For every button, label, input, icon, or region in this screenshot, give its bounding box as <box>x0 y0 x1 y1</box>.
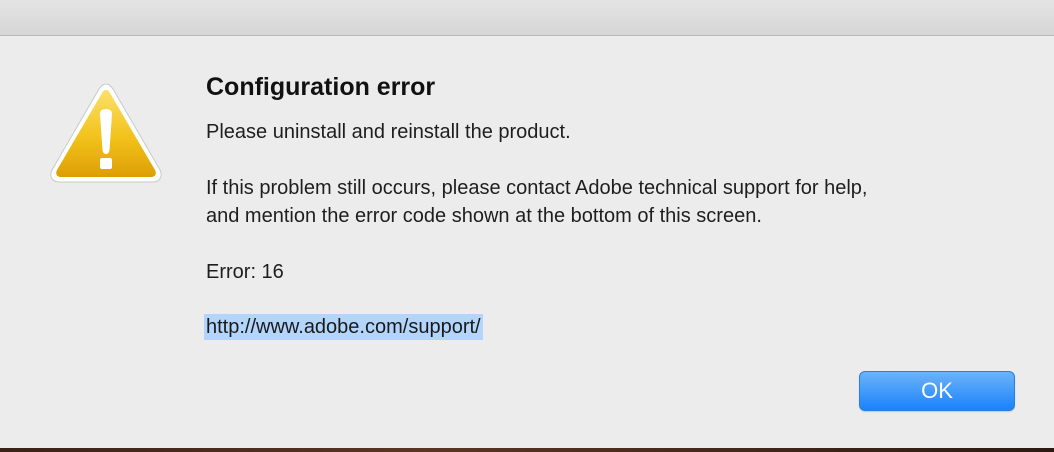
window-titlebar[interactable] <box>0 0 1054 36</box>
support-message-line-1: If this problem still occurs, please con… <box>206 177 868 199</box>
dialog-message: Please uninstall and reinstall the produ… <box>206 121 571 143</box>
ok-button[interactable]: OK <box>859 371 1015 411</box>
dialog-title: Configuration error <box>206 73 436 101</box>
dialog-content: Configuration error Please uninstall and… <box>204 70 1026 340</box>
desktop-background-strip <box>0 448 1054 452</box>
error-code: Error: 16 <box>206 261 284 283</box>
alert-dialog: Configuration error Please uninstall and… <box>0 0 1054 452</box>
support-message-line-2: and mention the error code shown at the … <box>206 205 762 227</box>
dialog-support-message: If this problem still occurs, please con… <box>206 174 1026 230</box>
support-link[interactable]: http://www.adobe.com/support/ <box>204 314 483 340</box>
warning-icon <box>46 78 166 186</box>
